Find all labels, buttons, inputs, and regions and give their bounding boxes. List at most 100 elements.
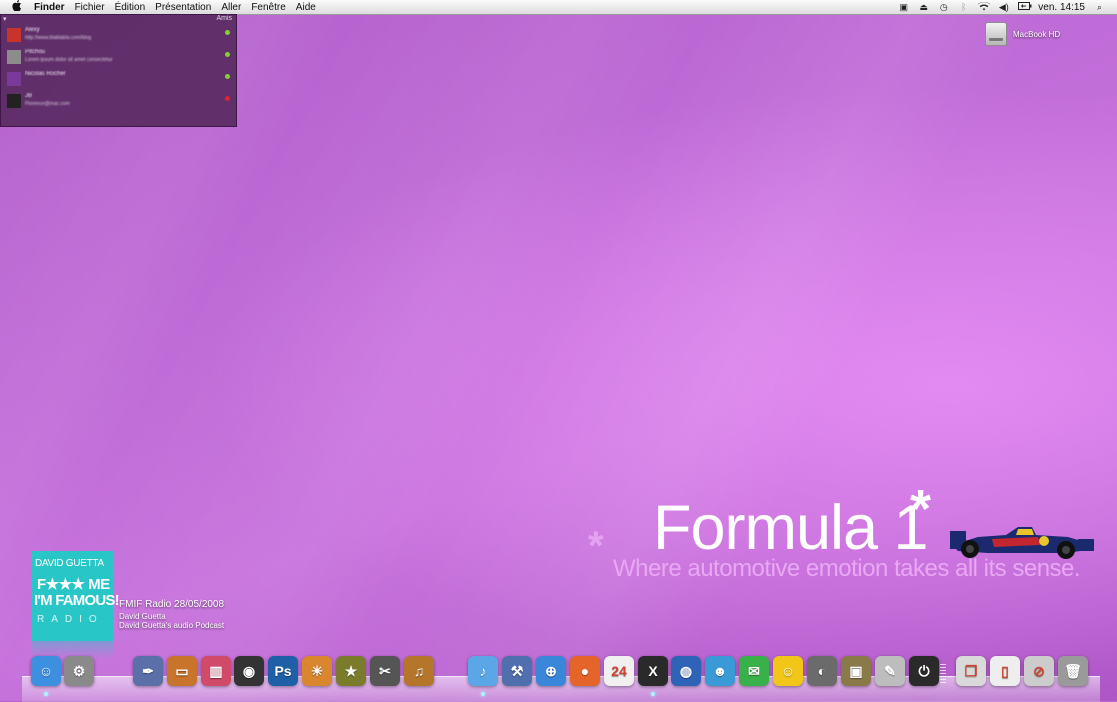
friend-status: Florence@mac.com: [25, 101, 70, 107]
iphoto-glyph: ☀: [310, 662, 324, 679]
messenger-icon[interactable]: ☻: [705, 656, 735, 686]
itunes-icon[interactable]: ♪: [468, 656, 498, 686]
power-icon[interactable]: ⏻: [909, 656, 939, 686]
google-earth-icon[interactable]: ◍: [671, 656, 701, 686]
running-indicator: [651, 692, 655, 696]
keynote-glyph: ▭: [175, 662, 189, 679]
menu-clock[interactable]: ven. 14:15: [1038, 2, 1085, 13]
photoshop-glyph: Ps: [274, 663, 292, 679]
finder-icon[interactable]: ☺: [31, 656, 61, 686]
documents-stack-glyph: ❐: [964, 662, 978, 679]
ical-icon[interactable]: 24: [604, 656, 634, 686]
text-editor-icon[interactable]: ✎: [875, 656, 905, 686]
friend-name: Alexy: [25, 27, 40, 33]
garageband-icon[interactable]: ♫: [404, 656, 434, 686]
preview-icon[interactable]: ▣: [841, 656, 871, 686]
ical-glyph: 24: [611, 663, 627, 679]
no-entry-icon[interactable]: ⊘: [1024, 656, 1054, 686]
apple-menu-icon[interactable]: [10, 0, 24, 14]
imovie-icon[interactable]: ★: [336, 656, 366, 686]
aperture-glyph: ◉: [242, 662, 256, 679]
mac-os-x-icon[interactable]: X: [638, 656, 668, 686]
running-indicator: [481, 692, 485, 696]
podcast-info: FMIF Radio 28/05/2008 David Guetta David…: [119, 599, 224, 630]
avatar: [7, 72, 21, 86]
friend-name: JB: [25, 93, 33, 99]
iphoto-icon[interactable]: ☀: [302, 656, 332, 686]
spotlight-icon[interactable]: ⌕: [1094, 2, 1105, 13]
ichat-glyph: ✉: [748, 662, 760, 679]
yahoo-messenger-icon[interactable]: ☺: [773, 656, 803, 686]
final-cut-icon[interactable]: ✂: [370, 656, 400, 686]
formula-one-car-image: [950, 527, 1094, 559]
podcast-subtitle: David Guetta's audio Podcast: [119, 621, 225, 630]
charts-app-icon[interactable]: ▥: [201, 656, 231, 686]
disk-utility-glyph: ◐: [817, 663, 827, 679]
podcast-cover[interactable]: DAVID GUETTA F★★★ ME I'M FAMOUS! RADIO: [31, 551, 120, 641]
system-preferences-icon[interactable]: ⚙: [64, 656, 94, 686]
friends-widget: ▾ Amis Alexy http://www.blablabla.com/bl…: [0, 14, 237, 127]
friend-item[interactable]: Alexy http://www.blablabla.com/blog: [1, 25, 236, 47]
menu-fichier[interactable]: Fichier: [75, 2, 105, 13]
friends-title: Amis: [216, 15, 232, 22]
cover-title-line2: I'M FAMOUS!: [34, 592, 120, 609]
cover-title-line1: F★★★ ME: [37, 576, 110, 593]
text-editor-glyph: ✎: [884, 662, 896, 679]
cover-artist: DAVID GUETTA: [35, 558, 104, 569]
volume-icon[interactable]: ◀): [998, 2, 1009, 13]
aperture-icon[interactable]: ◉: [234, 656, 264, 686]
firefox-icon[interactable]: ●: [570, 656, 600, 686]
menu-aller[interactable]: Aller: [221, 2, 241, 13]
friends-header: ▾ Amis: [1, 15, 236, 25]
wallpaper-title: Formula 1: [653, 493, 929, 563]
itunes-glyph: ♪: [479, 663, 487, 679]
menu-presentation[interactable]: Présentation: [155, 2, 211, 13]
menu-fenetre[interactable]: Fenêtre: [251, 2, 285, 13]
offline-status-icon: [225, 96, 230, 101]
disk-utility-icon[interactable]: ◐: [807, 656, 837, 686]
dock-separator[interactable]: [940, 664, 946, 684]
online-status-icon: [225, 52, 230, 57]
friend-status: http://www.blablabla.com/blog: [25, 35, 92, 41]
menu-finder[interactable]: Finder: [34, 2, 65, 13]
friend-item[interactable]: Pitchou Lorem ipsum dolor sit amet conse…: [1, 47, 236, 69]
desktop-drive[interactable]: MacBook HD: [985, 22, 1075, 48]
menu-edition[interactable]: Édition: [115, 2, 146, 13]
sync-icon[interactable]: ⏏: [918, 2, 929, 13]
safari-icon[interactable]: ⊕: [536, 656, 566, 686]
xcode-glyph: ⚒: [510, 662, 524, 679]
screen-icon[interactable]: ▣: [898, 2, 909, 13]
collapse-triangle-icon[interactable]: ▾: [3, 15, 7, 25]
battery-icon[interactable]: [1018, 2, 1032, 12]
hard-drive-icon[interactable]: [985, 22, 1007, 46]
mac-os-x-glyph: X: [648, 663, 658, 679]
pen-tool-icon[interactable]: ✒: [133, 656, 163, 686]
no-entry-glyph: ⊘: [1033, 662, 1045, 679]
messenger-glyph: ☻: [712, 663, 728, 679]
friend-status: Lorem ipsum dolor sit amet consectetur: [25, 57, 113, 63]
trash-glyph: 🗑: [1064, 662, 1082, 679]
online-status-icon: [225, 74, 230, 79]
ichat-icon[interactable]: ✉: [739, 656, 769, 686]
final-cut-glyph: ✂: [379, 662, 391, 679]
photoshop-icon[interactable]: Ps: [268, 656, 298, 686]
podcast-title: FMIF Radio 28/05/2008: [119, 599, 225, 610]
wifi-icon[interactable]: [978, 1, 991, 13]
preview-glyph: ▣: [849, 662, 863, 679]
menu-bar: Finder Fichier Édition Présentation Alle…: [0, 0, 1117, 15]
avatar: [7, 28, 21, 42]
documents-stack-icon[interactable]: ❐: [956, 656, 986, 686]
xcode-icon[interactable]: ⚒: [502, 656, 532, 686]
bluetooth-icon[interactable]: ᛒ: [958, 2, 969, 12]
online-status-icon: [225, 30, 230, 35]
running-indicator: [44, 692, 48, 696]
keynote-icon[interactable]: ▭: [167, 656, 197, 686]
imovie-glyph: ★: [344, 662, 358, 679]
trash-icon[interactable]: 🗑: [1058, 656, 1088, 686]
friend-item[interactable]: Nicolas Rocher: [1, 69, 236, 91]
google-earth-glyph: ◍: [679, 662, 693, 679]
menu-aide[interactable]: Aide: [296, 2, 316, 13]
time-machine-icon[interactable]: ◷: [938, 2, 949, 13]
file-icon[interactable]: ▯: [990, 656, 1020, 686]
friend-item[interactable]: JB Florence@mac.com: [1, 91, 236, 113]
